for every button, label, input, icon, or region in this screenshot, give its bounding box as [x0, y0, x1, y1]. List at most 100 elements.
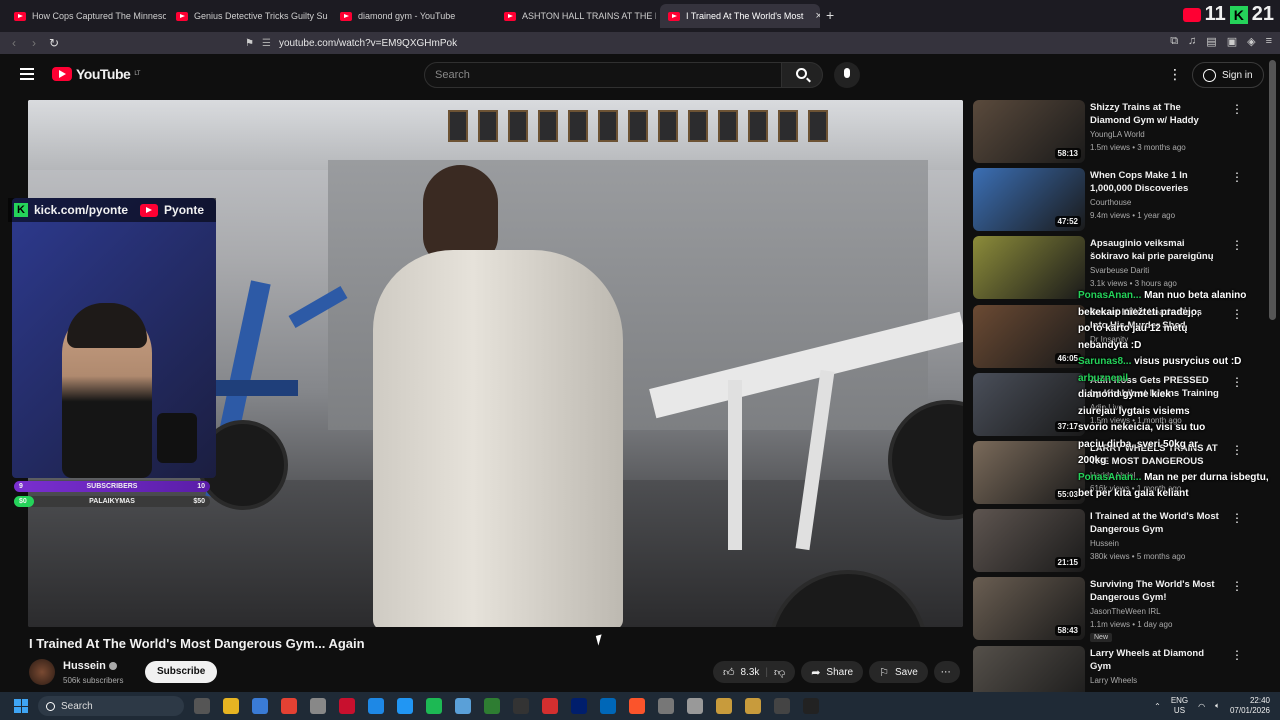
- save-button[interactable]: ⚐ Save: [869, 661, 928, 683]
- taskbar-app-icon[interactable]: [745, 698, 761, 714]
- scrollbar[interactable]: [1269, 60, 1276, 320]
- taskbar-app-icon[interactable]: [513, 698, 529, 714]
- taskbar-app-icon[interactable]: [252, 698, 268, 714]
- recommended-title[interactable]: When Cops Make 1 In 1,000,000 Discoverie…: [1090, 169, 1220, 195]
- video-thumbnail[interactable]: 21:15: [973, 509, 1085, 573]
- extension-icon[interactable]: ⧉: [1170, 35, 1178, 48]
- extension-icons: ⧉ ♫ ▤ ▣ ◈ ≡: [1170, 35, 1272, 48]
- media-icon[interactable]: ♫: [1188, 35, 1196, 48]
- video-thumbnail[interactable]: 58:13: [973, 100, 1085, 163]
- video-thumbnail[interactable]: 47:52: [973, 168, 1085, 232]
- taskbar-app-icon[interactable]: [629, 698, 645, 714]
- close-tab-icon[interactable]: ×: [815, 10, 820, 22]
- settings-kebab-icon[interactable]: ⋮: [1168, 66, 1182, 83]
- recommended-title[interactable]: I Trained at the World's Most Dangerous …: [1090, 510, 1220, 536]
- menu-icon[interactable]: ≡: [1266, 35, 1272, 48]
- more-options-icon[interactable]: ⋮: [1231, 648, 1243, 662]
- recommended-channel[interactable]: JasonTheWeen IRL: [1090, 607, 1161, 616]
- more-options-icon[interactable]: ⋮: [1231, 579, 1243, 593]
- more-actions-button[interactable]: ⋯: [933, 661, 960, 683]
- taskbar-search[interactable]: Search: [38, 696, 184, 716]
- browser-tab[interactable]: How Cops Captured The Minnesota I: [6, 4, 166, 28]
- recommended-title[interactable]: Shizzy Trains at The Diamond Gym w/ Hadd…: [1090, 101, 1220, 127]
- taskbar-app-icon[interactable]: [687, 698, 703, 714]
- recommended-title[interactable]: Surviving The World's Most Dangerous Gym…: [1090, 578, 1220, 604]
- taskbar-app-icon[interactable]: [281, 698, 297, 714]
- reload-icon[interactable]: ↻: [44, 36, 64, 50]
- windows-start-icon[interactable]: [14, 699, 28, 713]
- hamburger-menu-icon[interactable]: [20, 68, 34, 80]
- language-indicator[interactable]: ENG US: [1171, 696, 1188, 716]
- recommended-title[interactable]: Apsauginio veiksmai šokiravo kai prie pa…: [1090, 237, 1220, 263]
- taskbar-app-icon[interactable]: [600, 698, 616, 714]
- recommended-channel[interactable]: Larry Wheels: [1090, 676, 1137, 685]
- video-thumbnail[interactable]: 37:17: [973, 372, 1085, 436]
- new-badge: New: [1090, 633, 1113, 643]
- more-options-icon[interactable]: ⋮: [1231, 170, 1243, 184]
- more-options-icon[interactable]: ⋮: [1231, 238, 1243, 252]
- share-button[interactable]: ➦ Share: [801, 661, 864, 683]
- chat-text: po to karto jau 12 metų: [1078, 323, 1188, 334]
- search-input[interactable]: Search: [424, 62, 782, 88]
- taskbar-app-icon[interactable]: [774, 698, 790, 714]
- taskbar-app-icon[interactable]: [484, 698, 500, 714]
- recommended-channel[interactable]: Svarbeuse Dariti: [1090, 266, 1149, 275]
- taskbar-app-icon[interactable]: [658, 698, 674, 714]
- back-arrow-icon[interactable]: ‹: [4, 36, 24, 50]
- taskbar-app-icon[interactable]: [310, 698, 326, 714]
- sign-in-button[interactable]: Sign in: [1192, 62, 1264, 88]
- recommended-channel[interactable]: YoungLA World: [1090, 130, 1145, 139]
- more-options-icon[interactable]: ⋮: [1231, 511, 1243, 525]
- voice-search-icon[interactable]: [834, 62, 860, 88]
- taskbar-app-icon[interactable]: [223, 698, 239, 714]
- recommended-video[interactable]: 58:13 Shizzy Trains at The Diamond Gym w/…: [973, 100, 1263, 164]
- new-tab-button[interactable]: +: [826, 7, 834, 23]
- more-options-icon[interactable]: ⋮: [1231, 102, 1243, 116]
- taskbar-app-icon[interactable]: [542, 698, 558, 714]
- wifi-icon[interactable]: ◠: [1198, 702, 1205, 711]
- recommended-video[interactable]: 58:43 Surviving The World's Most Dangerou…: [973, 577, 1263, 643]
- like-button[interactable]: 👍︎ 8.3k | 👎︎: [713, 661, 796, 683]
- browser-tab[interactable]: Genius Detective Tricks Guilty Suspe: [168, 4, 328, 28]
- tray-chevron-icon[interactable]: ⌃: [1154, 702, 1161, 711]
- recommended-video[interactable]: 47:52 When Cops Make 1 In 1,000,000 Disco…: [973, 168, 1263, 232]
- site-info-icon[interactable]: ☰: [262, 38, 271, 49]
- bookmark-icon[interactable]: ⚑: [245, 38, 254, 49]
- address-bar[interactable]: ⚑ ☰ youtube.com/watch?v=EM9QXGHmPok: [245, 34, 995, 52]
- search-button[interactable]: [781, 62, 823, 88]
- subscribe-button[interactable]: Subscribe: [145, 661, 218, 683]
- taskbar-app-icon[interactable]: [397, 698, 413, 714]
- forward-arrow-icon[interactable]: ›: [24, 36, 44, 50]
- taskbar-app-icon[interactable]: [339, 698, 355, 714]
- channel-avatar[interactable]: [29, 659, 55, 685]
- wallet-icon[interactable]: ▣: [1227, 35, 1237, 48]
- recommended-channel[interactable]: Hussein: [1090, 539, 1119, 548]
- video-thumbnail[interactable]: 46:05: [973, 304, 1085, 368]
- taskbar-clock[interactable]: 22:40 07/01/2026: [1230, 696, 1270, 716]
- recommended-video[interactable]: 21:15 I Trained at the World's Most Dange…: [973, 509, 1263, 573]
- channel-name[interactable]: Hussein: [63, 660, 117, 672]
- chat-username: arbuznepil: [1078, 372, 1129, 384]
- taskbar-app-icon[interactable]: [368, 698, 384, 714]
- recommended-channel[interactable]: Courthouse: [1090, 198, 1131, 207]
- video-thumbnail[interactable]: 58:43: [973, 577, 1085, 641]
- browser-tab-active[interactable]: I Trained At The World's Most ×: [660, 4, 820, 28]
- video-thumbnail[interactable]: 55:03: [973, 441, 1085, 504]
- youtube-logo[interactable]: YouTube LT: [52, 66, 140, 82]
- taskbar-app-icon[interactable]: [455, 698, 471, 714]
- browser-tab[interactable]: diamond gym - YouTube: [332, 4, 492, 28]
- sidebar-icon[interactable]: ▤: [1206, 35, 1216, 48]
- taskbar-app-icon[interactable]: [571, 698, 587, 714]
- recommended-title[interactable]: Larry Wheels at Diamond Gym: [1090, 647, 1220, 673]
- webcam-scene: [67, 303, 147, 348]
- chat-message: 200kg: [1078, 453, 1274, 469]
- video-thumbnail[interactable]: [973, 236, 1085, 300]
- taskbar-app-icon[interactable]: [716, 698, 732, 714]
- taskbar-app-icon[interactable]: [803, 698, 819, 714]
- volume-icon[interactable]: 🔈︎: [1215, 701, 1220, 711]
- taskbar-app-icon[interactable]: [426, 698, 442, 714]
- vpn-icon[interactable]: ◈: [1247, 35, 1255, 48]
- thumbs-down-icon[interactable]: 👎︎: [774, 666, 785, 679]
- browser-tab[interactable]: ASHTON HALL TRAINS AT THE MOST: [496, 4, 656, 28]
- taskbar-app-icon[interactable]: [194, 698, 210, 714]
